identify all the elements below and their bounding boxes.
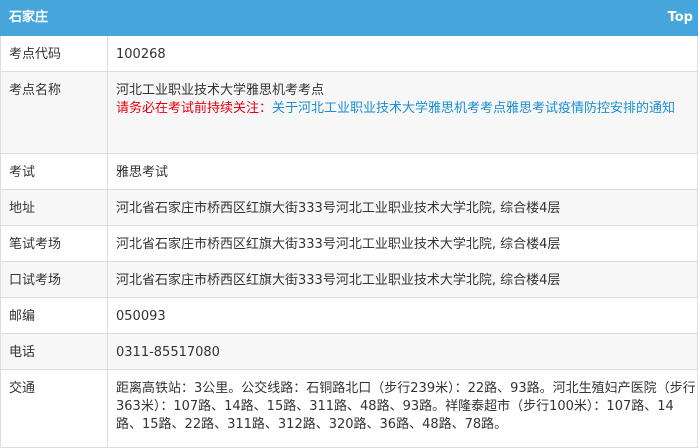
postcode-value: 050093	[107, 297, 698, 334]
row-label: 口试考场	[0, 261, 108, 298]
row-transport: 交通 距离高铁站：3公里。公交线路：石铜路北口（步行239米）：22路、93路。…	[0, 369, 698, 448]
row-address: 地址 河北省石家庄市桥西区红旗大街333号河北工业职业技术大学北院, 综合楼4层	[0, 189, 698, 226]
row-oral-venue: 口试考场 河北省石家庄市桥西区红旗大街333号河北工业职业技术大学北院, 综合楼…	[0, 261, 698, 298]
code-value: 100268	[107, 35, 698, 72]
row-label: 电话	[0, 333, 108, 370]
row-label: 考试	[0, 153, 108, 190]
exam-value: 雅思考试	[107, 153, 698, 190]
row-label: 考点代码	[0, 35, 108, 72]
top-link[interactable]: Top	[107, 0, 698, 36]
row-postcode: 邮编 050093	[0, 297, 698, 334]
row-code: 考点代码 100268	[0, 35, 698, 72]
address-value: 河北省石家庄市桥西区红旗大街333号河北工业职业技术大学北院, 综合楼4层	[107, 189, 698, 226]
warning-text: 请务必在考试前持续关注：	[116, 101, 273, 116]
phone-value: 0311-85517080	[107, 333, 698, 370]
name-cell: 河北工业职业技术大学雅思机考考点 请务必在考试前持续关注：关于河北工业职业技术大…	[107, 71, 698, 154]
name-value: 河北工业职业技术大学雅思机考考点	[116, 83, 325, 98]
written-venue-value: 河北省石家庄市桥西区红旗大街333号河北工业职业技术大学北院, 综合楼4层	[107, 225, 698, 262]
oral-venue-value: 河北省石家庄市桥西区红旗大街333号河北工业职业技术大学北院, 综合楼4层	[107, 261, 698, 298]
city-title: 石家庄	[0, 0, 108, 36]
row-label: 地址	[0, 189, 108, 226]
notice-link[interactable]: 关于河北工业职业技术大学雅思机考考点雅思考试疫情防控安排的通知	[272, 101, 675, 116]
row-label: 邮编	[0, 297, 108, 334]
row-phone: 电话 0311-85517080	[0, 333, 698, 370]
row-exam: 考试 雅思考试	[0, 153, 698, 190]
transport-value: 距离高铁站：3公里。公交线路：石铜路北口（步行239米）：22路、93路。河北生…	[107, 369, 698, 448]
test-center-table: 石家庄 Top 考点代码 100268 考点名称 河北工业职业技术大学雅思机考考…	[0, 0, 698, 448]
row-name: 考点名称 河北工业职业技术大学雅思机考考点 请务必在考试前持续关注：关于河北工业…	[0, 71, 698, 154]
notice-line: 请务必在考试前持续关注：关于河北工业职业技术大学雅思机考考点雅思考试疫情防控安排…	[116, 100, 697, 118]
table-header-row: 石家庄 Top	[0, 0, 698, 36]
row-label: 考点名称	[0, 71, 108, 154]
row-label: 笔试考场	[0, 225, 108, 262]
row-label: 交通	[0, 369, 108, 448]
row-written-venue: 笔试考场 河北省石家庄市桥西区红旗大街333号河北工业职业技术大学北院, 综合楼…	[0, 225, 698, 262]
